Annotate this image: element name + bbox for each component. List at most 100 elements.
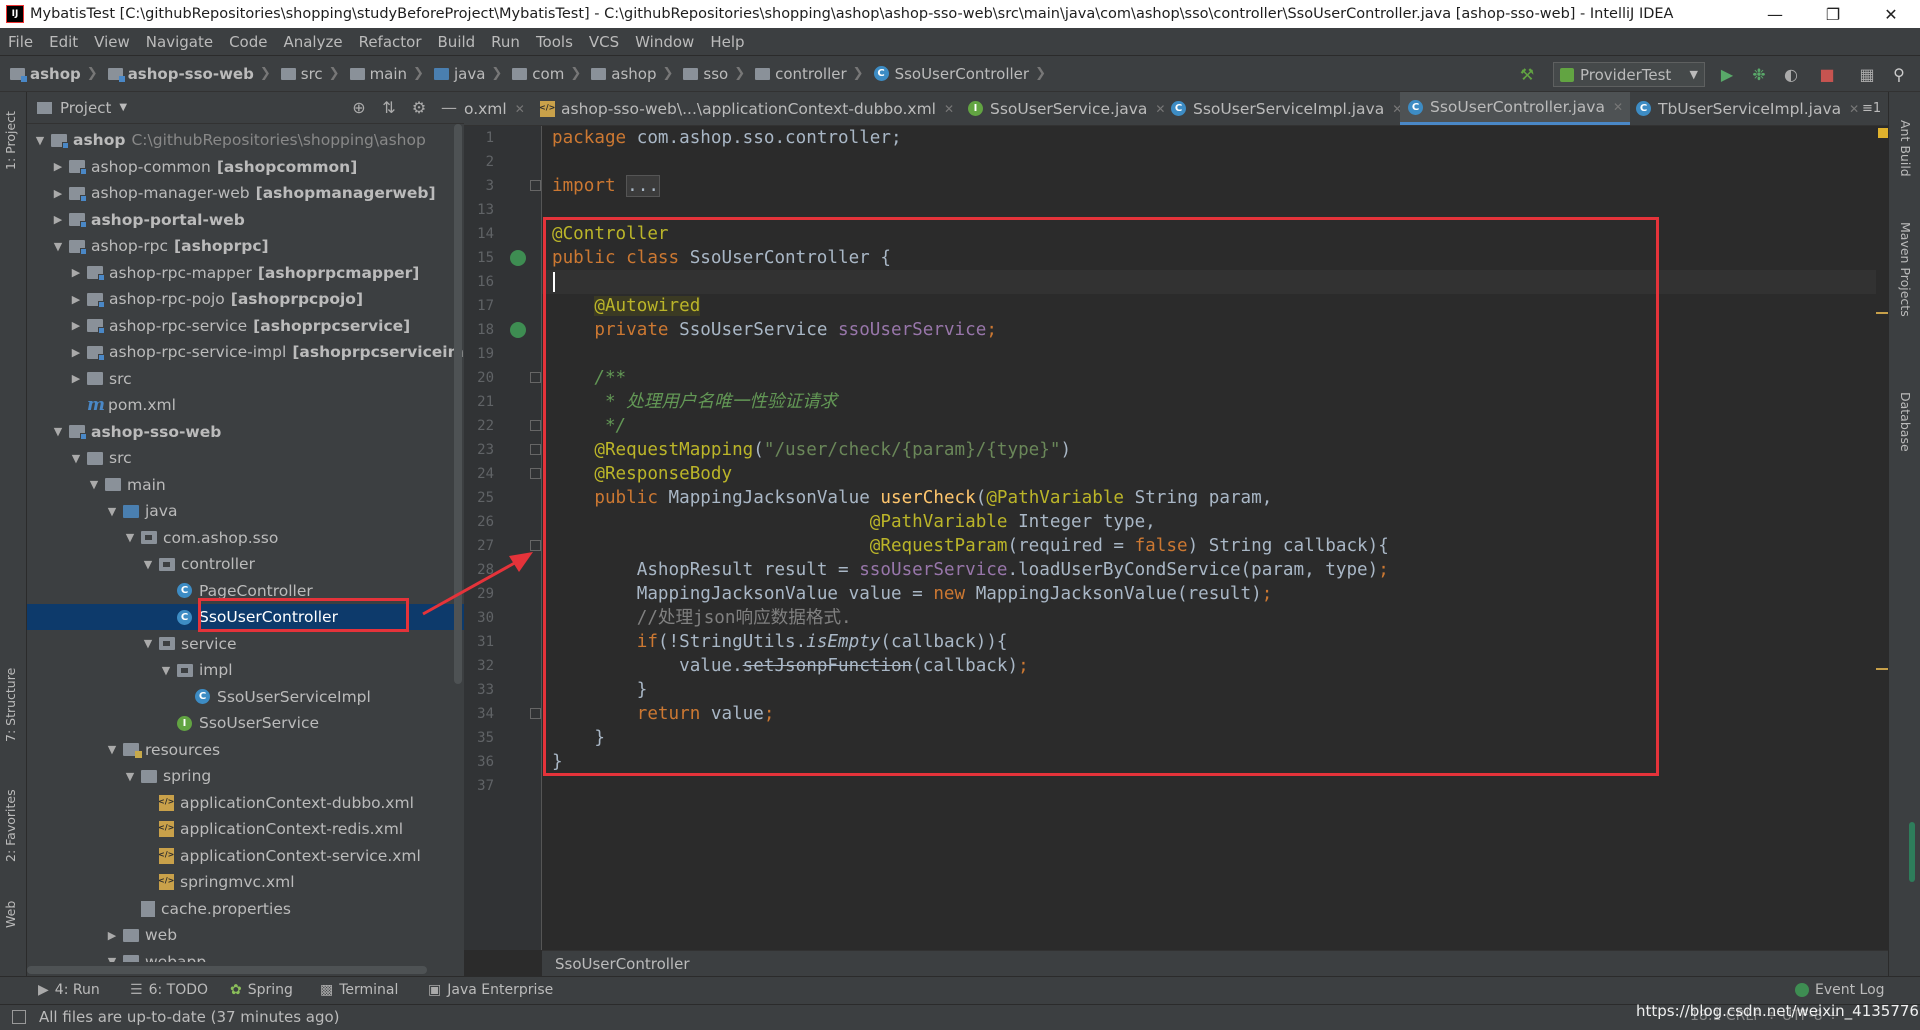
tree-item[interactable]: ▼ java [27, 498, 464, 524]
breadcrumb-ashop[interactable]: ashop ❯ [0, 65, 98, 83]
breadcrumb-main[interactable]: main ❯ [340, 65, 424, 83]
tree-item[interactable]: ▼ ashop-sso-web [27, 419, 464, 445]
menu-analyze[interactable]: Analyze [275, 33, 350, 51]
tree-item[interactable]: ▶ ashop-common [ashopcommon] [27, 154, 464, 180]
breadcrumb-ssousercontroller[interactable]: C SsoUserController ❯ [864, 65, 1046, 83]
menu-code[interactable]: Code [221, 33, 275, 51]
tab-o-xml[interactable]: o.xml ✕ [464, 92, 526, 125]
tool-tab-ant-build[interactable]: Ant Build [1898, 120, 1913, 177]
menu-run[interactable]: Run [483, 33, 528, 51]
menu-tools[interactable]: Tools [528, 33, 581, 51]
chevron-down-icon[interactable]: ▼ [119, 102, 127, 113]
tree-item[interactable]: ▶ ashop-rpc-service [ashoprpcservice] [27, 313, 464, 339]
expanded-arrow-icon[interactable]: ▼ [51, 240, 65, 253]
expanded-arrow-icon[interactable]: ▼ [51, 425, 65, 438]
menu-view[interactable]: View [86, 33, 138, 51]
menu-navigate[interactable]: Navigate [138, 33, 221, 51]
locate-file-icon[interactable]: ⊕ [344, 98, 374, 117]
tool-tab-event-log[interactable]: Event Log [1795, 982, 1885, 998]
menu-edit[interactable]: Edit [41, 33, 86, 51]
run-icon[interactable]: ▶ [1716, 63, 1738, 85]
tree-item[interactable]: ▶ ashop-portal-web [27, 207, 464, 233]
coverage-icon[interactable]: ◐ [1780, 63, 1802, 85]
warning-marker[interactable] [1876, 668, 1888, 670]
expanded-arrow-icon[interactable]: ▼ [105, 505, 119, 518]
tool-tab-java-enterprise[interactable]: ▣ Java Enterprise [428, 982, 553, 998]
tree-item[interactable]: ▼ spring [27, 763, 464, 789]
menu-help[interactable]: Help [702, 33, 752, 51]
breadcrumb-src[interactable]: src ❯ [271, 65, 340, 83]
menu-refactor[interactable]: Refactor [351, 33, 430, 51]
tree-item[interactable]: ▶ src [27, 366, 464, 392]
collapsed-arrow-icon[interactable]: ▶ [69, 372, 83, 385]
autowired-gutter-icon[interactable] [510, 322, 526, 338]
minimize-icon[interactable]: — [1746, 0, 1804, 28]
toggle-tool-windows-icon[interactable] [12, 1010, 26, 1024]
tree-item[interactable]: ▶ ashop-manager-web [ashopmanagerweb] [27, 180, 464, 206]
tree-item[interactable]: ▼ service [27, 631, 464, 657]
tree-item[interactable]: I SsoUserService [27, 710, 464, 736]
editor-error-stripe[interactable] [1876, 126, 1888, 950]
tool-tab-todo[interactable]: ☰ 6: TODO [130, 982, 208, 998]
breadcrumb-java[interactable]: java ❯ [424, 65, 502, 83]
run-configuration-select[interactable]: ProviderTest ▼ [1553, 62, 1705, 87]
breadcrumb-sso[interactable]: sso ❯ [673, 65, 745, 83]
collapsed-arrow-icon[interactable]: ▶ [51, 213, 65, 226]
expanded-arrow-icon[interactable]: ▼ [123, 531, 137, 544]
close-tab-icon[interactable]: ✕ [1613, 100, 1623, 114]
breadcrumb-ashop-pkg[interactable]: ashop ❯ [581, 65, 673, 83]
close-tab-icon[interactable]: ✕ [944, 102, 954, 116]
fold-icon[interactable] [530, 444, 541, 455]
fold-icon[interactable] [530, 708, 541, 719]
restore-icon[interactable]: ❐ [1804, 0, 1862, 28]
gear-icon[interactable]: ⚙ [404, 98, 434, 117]
expanded-arrow-icon[interactable]: ▼ [141, 558, 155, 571]
folded-imports[interactable]: ... [626, 175, 660, 197]
expanded-arrow-icon[interactable]: ▼ [33, 134, 47, 147]
fold-icon[interactable] [530, 468, 541, 479]
tool-tab-web[interactable]: Web [3, 901, 18, 928]
tab-applicationcontext-dubbo[interactable]: ashop-sso-web\...\applicationContext-dub… [539, 92, 954, 125]
tab-ssouserserviceimpl[interactable]: C SsoUserServiceImpl.java ✕ [1171, 92, 1402, 125]
tree-item[interactable]: ▶ ashop-rpc-service-impl [ashoprpcservicei… [27, 339, 464, 365]
spring-bean-gutter-icon[interactable] [510, 250, 526, 266]
tree-item[interactable]: springmvc.xml [27, 869, 464, 895]
tree-item[interactable]: ▼ impl [27, 657, 464, 683]
tree-item[interactable]: ▶ web [27, 922, 464, 948]
debug-icon[interactable]: ❉ [1748, 63, 1770, 85]
collapsed-arrow-icon[interactable]: ▶ [51, 187, 65, 200]
stop-icon[interactable]: ■ [1816, 63, 1838, 85]
tree-item[interactable]: ▼ webapp [27, 949, 464, 962]
tool-tab-project[interactable]: 1: Project [3, 111, 18, 170]
tree-item[interactable]: ▼ controller [27, 551, 464, 577]
expanded-arrow-icon[interactable]: ▼ [123, 770, 137, 783]
close-tab-icon[interactable]: ✕ [1155, 102, 1165, 116]
breadcrumb-ashop-sso-web[interactable]: ashop-sso-web ❯ [98, 65, 271, 83]
tool-tab-favorites[interactable]: 2: Favorites [3, 789, 18, 862]
tree-item[interactable]: ▶ ashop-rpc-mapper [ashoprpcmapper] [27, 260, 464, 286]
fold-icon[interactable] [530, 372, 541, 383]
close-tab-icon[interactable]: ✕ [1849, 102, 1859, 116]
tool-tab-database[interactable]: Database [1898, 392, 1913, 452]
hide-panel-icon[interactable]: — [434, 98, 464, 117]
tool-tab-maven-projects[interactable]: Maven Projects [1898, 222, 1913, 317]
menu-vcs[interactable]: VCS [581, 33, 627, 51]
tab-ssouserservice[interactable]: I SsoUserService.java ✕ [968, 92, 1165, 125]
tree-item[interactable]: C SsoUserServiceImpl [27, 684, 464, 710]
collapse-all-icon[interactable]: ⇅ [374, 98, 404, 117]
tool-tab-spring[interactable]: ✿ Spring [230, 982, 293, 998]
tab-ssousercontroller[interactable]: C SsoUserController.java ✕ [1400, 92, 1630, 125]
tree-item[interactable]: m pom.xml [27, 392, 464, 418]
tree-item[interactable]: ▼ com.ashop.sso [27, 525, 464, 551]
tree-item[interactable]: applicationContext-redis.xml [27, 816, 464, 842]
expanded-arrow-icon[interactable]: ▼ [87, 478, 101, 491]
editor-breadcrumb-class[interactable]: SsoUserController [555, 955, 690, 973]
tool-tab-structure[interactable]: 7: Structure [3, 668, 18, 742]
memory-indicator[interactable] [1909, 822, 1915, 882]
menu-window[interactable]: Window [627, 33, 702, 51]
project-horizontal-scrollbar[interactable] [27, 966, 427, 974]
project-view-selector[interactable]: Project [60, 99, 111, 117]
tool-tab-run[interactable]: ▶ 4: Run [38, 982, 100, 998]
collapsed-arrow-icon[interactable]: ▶ [69, 346, 83, 359]
tree-item[interactable]: ▼ src [27, 445, 464, 471]
